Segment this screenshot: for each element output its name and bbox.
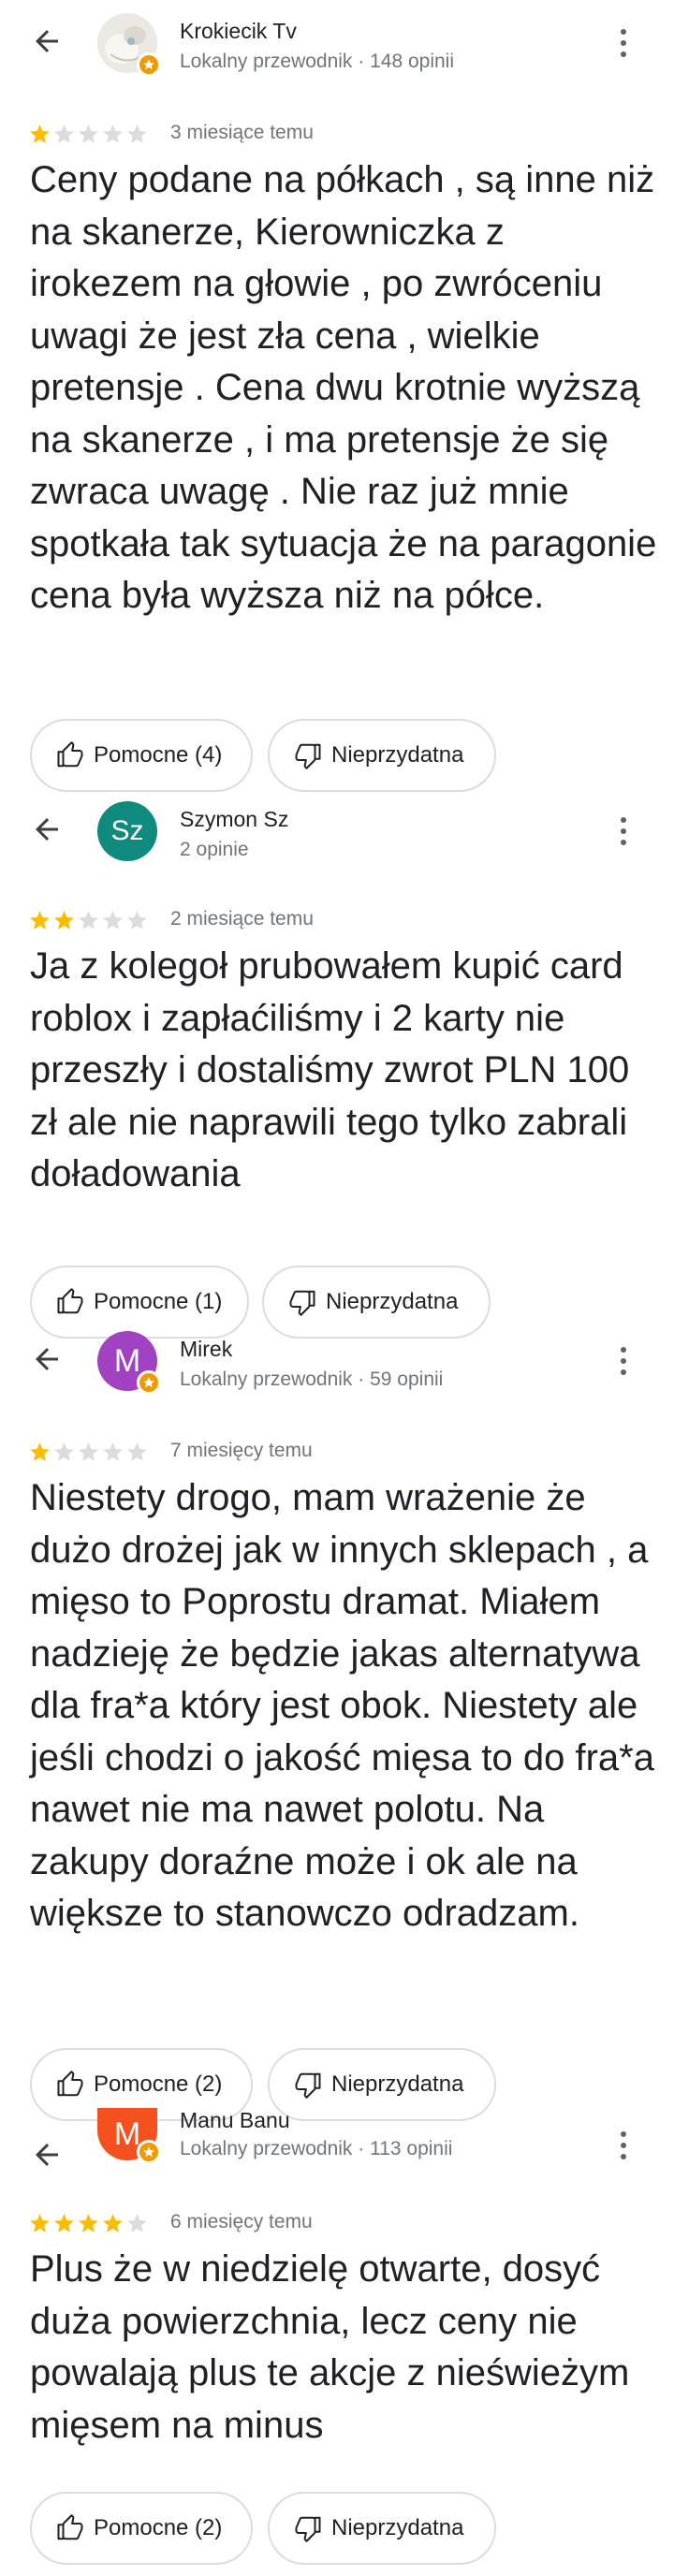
unhelpful-label: Nieprzydatna (331, 2515, 464, 2540)
author-meta: Lokalny przewodnik · 113 opinii (180, 2138, 453, 2159)
review-text: Ceny podane na półkach , są inne niż na … (30, 159, 657, 616)
star-empty-icon (79, 910, 98, 929)
star-filled-icon (79, 2213, 98, 2232)
back-button[interactable] (28, 2136, 66, 2174)
star-filled-icon (30, 1442, 50, 1461)
helpful-label: Pomocne (2) (94, 2515, 223, 2540)
avatar[interactable]: M (97, 1331, 161, 1395)
avatar[interactable]: Sz (97, 801, 157, 861)
star-empty-icon (103, 124, 123, 143)
star-filled-icon (30, 2213, 50, 2232)
review-text: Ja z kolegoł prubowałem kupić card roblo… (30, 945, 630, 1194)
star-empty-icon (103, 910, 123, 929)
thumb-up-icon (57, 2071, 83, 2097)
thumb-down-icon (295, 2072, 321, 2099)
helpful-label: Pomocne (1) (94, 1289, 223, 1314)
more-options-button[interactable] (614, 812, 633, 850)
local-guide-badge-icon (137, 2140, 161, 2164)
more-options-button[interactable] (614, 2127, 633, 2164)
star-rating (28, 2209, 150, 2237)
back-arrow-icon (36, 1348, 58, 1370)
more-vert-icon (621, 817, 626, 823)
review-header: Krokiecik Tv Lokalny przewodnik · 148 op… (0, 0, 674, 84)
star-empty-icon (127, 1442, 147, 1461)
review-text: Niestety drogo, mam wrażenie że dużo dro… (30, 1477, 654, 1934)
avatar-initials: M (113, 1342, 141, 1379)
helpful-button[interactable]: Pomocne (4) (30, 719, 253, 792)
author-name[interactable]: Krokiecik Tv (180, 19, 297, 44)
review-card: M Mirek Lokalny przewodnik · 59 opinii 7… (0, 1318, 674, 2121)
back-arrow-icon (36, 2144, 58, 2166)
star-empty-icon (127, 2213, 147, 2232)
more-options-button[interactable] (614, 1342, 633, 1380)
thumb-up-icon (57, 1288, 83, 1314)
local-guide-badge-icon (137, 52, 161, 77)
star-empty-icon (79, 1442, 98, 1461)
review-card: Sz Szymon Sz 2 opinie 2 miesiące temu Ja… (0, 788, 674, 1339)
star-rating (28, 120, 150, 148)
avatar-initials: Sz (110, 815, 144, 846)
back-button[interactable] (28, 1340, 66, 1378)
star-filled-icon (54, 2213, 74, 2232)
review-header: Sz Szymon Sz 2 opinie (0, 788, 674, 872)
unhelpful-button[interactable]: Nieprzydatna (268, 2492, 496, 2565)
review-date: 3 miesiące temu (170, 122, 314, 143)
review-date: 6 miesięcy temu (170, 2211, 313, 2232)
star-filled-icon (54, 910, 74, 929)
star-empty-icon (54, 1442, 74, 1461)
unhelpful-label: Nieprzydatna (331, 742, 464, 768)
star-filled-icon (103, 2213, 123, 2232)
back-button[interactable] (28, 22, 66, 60)
author-meta: Lokalny przewodnik · 148 opinii (180, 51, 455, 72)
star-filled-icon (30, 910, 50, 929)
review-card: Krokiecik Tv Lokalny przewodnik · 148 op… (0, 0, 674, 824)
helpful-label: Pomocne (4) (94, 742, 223, 768)
author-name[interactable]: Szymon Sz (180, 807, 288, 832)
thumb-up-icon (57, 741, 83, 768)
thumb-down-icon (295, 743, 321, 769)
review-date: 7 miesięcy temu (170, 1440, 313, 1461)
back-arrow-icon (36, 818, 58, 841)
more-vert-icon (621, 29, 626, 35)
more-vert-icon (621, 1347, 626, 1353)
review-card: M Manu Banu Lokalny przewodnik · 113 opi… (0, 2108, 674, 2576)
review-date: 2 miesiące temu (170, 908, 314, 929)
author-name[interactable]: Manu Banu (180, 2108, 290, 2133)
review-header: M Manu Banu Lokalny przewodnik · 113 opi… (0, 2108, 674, 2192)
author-name[interactable]: Mirek (180, 1337, 232, 1362)
avatar[interactable] (97, 13, 161, 77)
star-filled-icon (30, 124, 50, 143)
author-meta: Lokalny przewodnik · 59 opinii (180, 1368, 444, 1390)
more-vert-icon (621, 2131, 626, 2137)
review-text: Plus że w niedzielę otwarte, dosyć duża … (30, 2248, 630, 2446)
unhelpful-label: Nieprzydatna (326, 1289, 459, 1314)
more-options-button[interactable] (614, 24, 633, 62)
star-empty-icon (79, 124, 98, 143)
star-rating (28, 1438, 150, 1466)
star-rating (28, 906, 150, 934)
unhelpful-button[interactable]: Nieprzydatna (268, 719, 496, 792)
thumb-down-icon (289, 1290, 315, 1316)
star-empty-icon (103, 1442, 123, 1461)
unhelpful-label: Nieprzydatna (331, 2071, 464, 2097)
avatar[interactable]: M (97, 2108, 161, 2164)
back-arrow-icon (36, 30, 58, 52)
helpful-button[interactable]: Pomocne (2) (30, 2492, 253, 2565)
author-meta: 2 opinie (180, 839, 249, 860)
star-empty-icon (54, 124, 74, 143)
helpful-label: Pomocne (2) (94, 2071, 223, 2097)
local-guide-badge-icon (137, 1370, 161, 1395)
star-empty-icon (127, 124, 147, 143)
back-button[interactable] (28, 811, 66, 848)
thumb-up-icon (57, 2514, 83, 2540)
review-header: M Mirek Lokalny przewodnik · 59 opinii (0, 1318, 674, 1402)
thumb-down-icon (295, 2516, 321, 2542)
star-empty-icon (127, 910, 147, 929)
